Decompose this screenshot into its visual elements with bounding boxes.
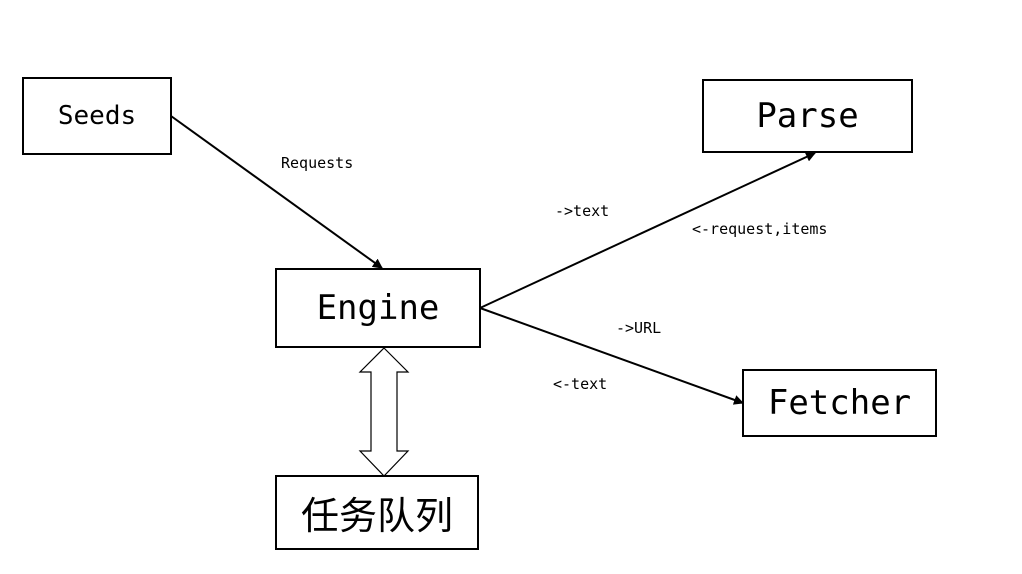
node-fetcher-label: Fetcher [767, 383, 912, 423]
edge-label-parse-to-engine: <-request,items [692, 220, 828, 238]
node-seeds: Seeds [22, 77, 172, 155]
node-parse-label: Parse [756, 96, 859, 136]
node-engine: Engine [275, 268, 481, 348]
node-parse: Parse [702, 79, 913, 153]
node-engine-label: Engine [316, 288, 440, 328]
edge-engine-to-fetcher [479, 307, 744, 405]
node-task-queue-label: 任务队列 [300, 494, 453, 538]
edge-seeds-to-engine [170, 115, 383, 269]
node-seeds-label: Seeds [57, 101, 137, 131]
edge-label-engine-to-fetcher: ->URL [616, 319, 662, 337]
edge-engine-queue-double-arrow [358, 347, 410, 477]
edge-label-engine-to-parse: ->text [555, 202, 610, 220]
node-task-queue: 任务队列 [275, 475, 479, 550]
edge-label-requests: Requests [281, 154, 354, 172]
edge-label-fetcher-to-engine: <-text [553, 375, 608, 393]
node-fetcher: Fetcher [742, 369, 937, 437]
